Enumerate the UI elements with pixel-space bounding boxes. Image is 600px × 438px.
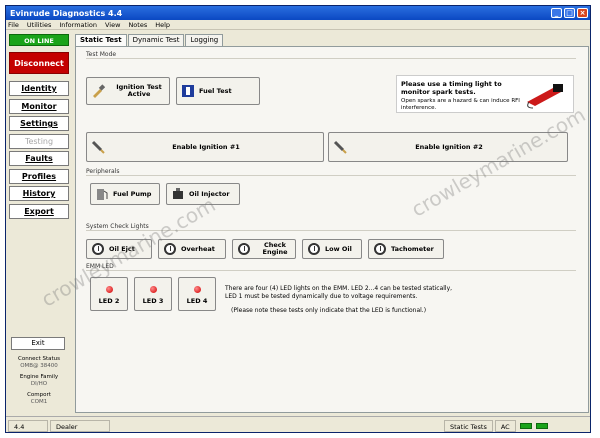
- gauge-icon: [237, 242, 251, 256]
- led-note: There are four (4) LED lights on the EMM…: [225, 285, 455, 315]
- maximize-button[interactable]: □: [564, 8, 575, 18]
- timing-light-icon: [523, 80, 567, 112]
- connect-status-value: OMB@ 38400: [20, 362, 58, 369]
- led-2-button[interactable]: LED 2: [90, 277, 128, 311]
- light-low-oil-label: Low Oil: [325, 244, 352, 253]
- sidebar-nav: Identity Monitor Settings Testing Faults…: [9, 81, 69, 219]
- disconnect-button[interactable]: Disconnect: [9, 52, 69, 74]
- light-low-oil-button[interactable]: Low Oil: [302, 239, 362, 259]
- sidebar-item-identity[interactable]: Identity: [9, 81, 69, 96]
- spark-plug-icon: [91, 140, 105, 154]
- section-system-check-lights: System Check Lights: [86, 223, 575, 231]
- led-indicator-icon: [105, 286, 113, 293]
- tab-dynamic-test[interactable]: Dynamic Test: [127, 34, 185, 46]
- sidebar-item-profiles[interactable]: Profiles: [9, 168, 69, 184]
- sidebar-item-faults[interactable]: Faults: [9, 151, 69, 166]
- exit-button[interactable]: Exit: [11, 337, 65, 350]
- title-bar: Evinrude Diagnostics 4.4 _ □ ×: [6, 6, 590, 20]
- menu-information[interactable]: Information: [59, 21, 97, 29]
- led-indicator-icon: [149, 286, 157, 293]
- light-oil-ejct-label: Oil Ejct: [109, 244, 135, 253]
- tab-logging[interactable]: Logging: [185, 34, 224, 46]
- enable-ignition-2-button[interactable]: Enable Ignition #2: [328, 132, 568, 162]
- gauge-icon: [91, 242, 105, 256]
- light-check-engine-button[interactable]: Check Engine: [232, 239, 296, 259]
- oil-injector-button[interactable]: Oil Injector: [166, 183, 240, 205]
- spark-plug-icon: [91, 84, 105, 98]
- sidebar-item-settings[interactable]: Settings: [9, 116, 69, 131]
- close-button[interactable]: ×: [577, 8, 588, 18]
- led-4-button[interactable]: LED 4: [178, 277, 216, 311]
- status-version: 4.4: [8, 419, 48, 432]
- led-2-label: LED 2: [98, 297, 120, 305]
- status-bar: 4.4 Dealer Static Tests AC: [6, 416, 590, 432]
- enable-ignition-1-label: Enable Ignition #1: [172, 142, 240, 151]
- ignition-test-active-label: Ignition Test Active: [116, 83, 162, 98]
- engine-family: Engine Family DI/HO: [9, 374, 69, 387]
- connect-status: Connect Status OMB@ 38400: [9, 356, 69, 369]
- led-note-2: (Please note these tests only indicate t…: [231, 307, 427, 314]
- light-overheat-button[interactable]: Overheat: [158, 239, 226, 259]
- fuel-pump-icon: [181, 84, 195, 98]
- section-emm-led: EMM LED: [86, 263, 573, 271]
- section-peripherals: Peripherals: [86, 168, 583, 176]
- led-note-1: There are four (4) LED lights on the EMM…: [225, 285, 453, 300]
- gauge-icon: [163, 242, 177, 256]
- oil-injector-icon: [171, 187, 185, 201]
- menu-utilities[interactable]: Utilities: [27, 21, 51, 29]
- led-4-label: LED 4: [186, 297, 208, 305]
- fuel-pump-label: Fuel Pump: [113, 189, 152, 198]
- gauge-icon: [307, 242, 321, 256]
- sidebar-item-history[interactable]: History: [9, 186, 69, 201]
- sidebar-item-monitor[interactable]: Monitor: [9, 98, 69, 114]
- led-3-button[interactable]: LED 3: [134, 277, 172, 311]
- light-overheat-label: Overheat: [181, 244, 215, 253]
- status-ac: AC: [494, 419, 516, 432]
- fuel-test-label: Fuel Test: [199, 86, 232, 95]
- light-tachometer-button[interactable]: Tachometer: [368, 239, 444, 259]
- status-role: Dealer: [50, 419, 110, 432]
- online-status-badge: ON LINE: [9, 34, 69, 46]
- led-3-label: LED 3: [142, 297, 164, 305]
- status-spacer: [112, 420, 442, 432]
- app-window: Evinrude Diagnostics 4.4 _ □ × File Util…: [5, 5, 591, 433]
- led-indicator-icon: [193, 286, 201, 293]
- warning-text: Open sparks are a hazard & can induce RF…: [401, 98, 520, 111]
- gauge-icon: [373, 242, 387, 256]
- spark-plug-icon: [333, 140, 347, 154]
- minimize-button[interactable]: _: [551, 8, 562, 18]
- engine-family-value: DI/HO: [30, 380, 48, 387]
- light-tachometer-label: Tachometer: [391, 244, 434, 253]
- sidebar-item-testing: Testing: [9, 133, 69, 149]
- comport: Comport COM1: [9, 392, 69, 405]
- comport-value: COM1: [30, 398, 48, 405]
- enable-ignition-2-label: Enable Ignition #2: [415, 142, 483, 151]
- menu-notes[interactable]: Notes: [128, 21, 147, 29]
- static-test-panel: Test Mode Ignition Test Active Fuel Test…: [75, 46, 589, 413]
- menu-view[interactable]: View: [105, 21, 120, 29]
- timing-light-warning: Please use a timing light to monitor spa…: [396, 75, 574, 113]
- sidebar: ON LINE Disconnect Identity Monitor Sett…: [9, 34, 69, 414]
- window-title: Evinrude Diagnostics 4.4: [10, 8, 123, 18]
- warning-title: Please use a timing light to monitor spa…: [401, 80, 502, 96]
- light-check-engine-label: Check Engine: [262, 241, 288, 256]
- menu-help[interactable]: Help: [155, 21, 170, 29]
- menu-bar: File Utilities Information View Notes He…: [6, 20, 590, 30]
- oil-injector-label: Oil Injector: [189, 189, 230, 198]
- fuel-test-button[interactable]: Fuel Test: [176, 77, 260, 105]
- ignition-test-active-button[interactable]: Ignition Test Active: [86, 77, 170, 105]
- status-mode: Static Tests: [444, 419, 493, 432]
- fuel-pump-button[interactable]: Fuel Pump: [90, 183, 160, 205]
- status-led-icon: [535, 422, 548, 429]
- light-oil-ejct-button[interactable]: Oil Ejct: [86, 239, 152, 259]
- sidebar-item-export[interactable]: Export: [9, 203, 69, 219]
- enable-ignition-1-button[interactable]: Enable Ignition #1: [86, 132, 324, 162]
- menu-file[interactable]: File: [8, 21, 19, 29]
- section-test-mode: Test Mode: [86, 51, 578, 59]
- status-led-icon: [519, 422, 532, 429]
- fuel-pump-icon: [95, 187, 109, 201]
